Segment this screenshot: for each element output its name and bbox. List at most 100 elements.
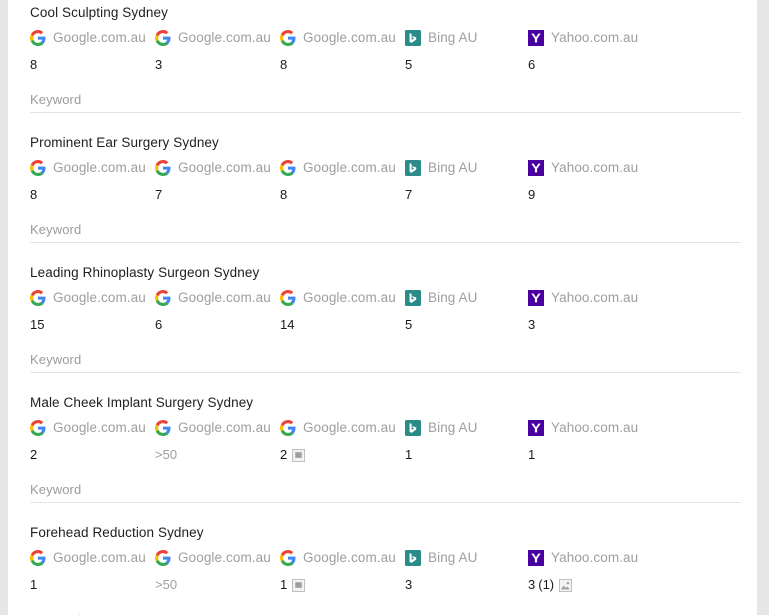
rank-value: 8 bbox=[30, 187, 38, 202]
engine-cell-bing-au: Bing AU bbox=[405, 29, 477, 47]
row-separator bbox=[30, 112, 741, 113]
rank-value-cell[interactable]: >50 bbox=[155, 446, 177, 464]
engine-label: Yahoo.com.au bbox=[551, 420, 639, 435]
keyword-ranking-card: Cool Sculpting Sydney Google.com.au Google… bbox=[8, 0, 757, 615]
engine-cell-yahoo: Yahoo.com.au bbox=[528, 289, 638, 307]
rank-value-cell[interactable]: 6 bbox=[528, 56, 535, 74]
rank-value-cell[interactable]: 8 bbox=[280, 56, 287, 74]
google-icon bbox=[155, 550, 171, 566]
engine-label: Bing AU bbox=[428, 420, 478, 435]
rank-value: 14 bbox=[280, 317, 295, 332]
rank-value: 5 bbox=[405, 317, 413, 332]
rank-value: 7 bbox=[405, 187, 413, 202]
google-icon bbox=[30, 550, 46, 566]
rank-value-cell[interactable]: 15 bbox=[30, 316, 44, 334]
yahoo-icon bbox=[528, 420, 544, 436]
google-icon bbox=[155, 30, 171, 46]
rank-value-cell[interactable]: 1 bbox=[405, 446, 412, 464]
keyword-row: Cool Sculpting Sydney Google.com.au Google… bbox=[8, 0, 757, 130]
rank-value-cell[interactable]: 2 bbox=[30, 446, 37, 464]
rank-value-cell[interactable]: 5 bbox=[405, 316, 412, 334]
rank-value: 8 bbox=[280, 187, 288, 202]
google-icon bbox=[280, 30, 296, 46]
rank-value-strip: 8 3 8 5 6 bbox=[30, 56, 742, 74]
engine-label: Google.com.au bbox=[303, 550, 396, 565]
bing-icon bbox=[405, 30, 421, 46]
google-icon bbox=[30, 30, 46, 46]
rank-value: 1 bbox=[280, 577, 288, 592]
rank-value-cell[interactable]: 14 bbox=[280, 316, 294, 334]
google-icon bbox=[155, 420, 171, 436]
keyword-row: Prominent Ear Surgery Sydney Google.com.a… bbox=[8, 130, 757, 260]
keyword-column-label: Keyword bbox=[30, 222, 82, 237]
engine-cell-google-2: Google.com.au bbox=[155, 549, 271, 567]
engine-label: Google.com.au bbox=[53, 160, 146, 175]
rank-value: 6 bbox=[528, 57, 536, 72]
engine-header-strip: Google.com.au Google.com.au Google.com.au B… bbox=[30, 289, 742, 307]
right-gutter bbox=[757, 0, 769, 615]
engine-header-strip: Google.com.au Google.com.au Google.com.au B… bbox=[30, 29, 742, 47]
google-icon bbox=[280, 420, 296, 436]
rank-value-cell[interactable]: 7 bbox=[405, 186, 412, 204]
keyword-title[interactable]: Cool Sculpting Sydney bbox=[30, 5, 168, 21]
rank-value-cell[interactable]: 1 bbox=[30, 576, 37, 594]
rank-value-cell[interactable]: 2 bbox=[280, 446, 306, 464]
keyword-title[interactable]: Prominent Ear Surgery Sydney bbox=[30, 135, 219, 151]
row-separator bbox=[30, 502, 741, 503]
page-root: Cool Sculpting Sydney Google.com.au Google… bbox=[0, 0, 769, 615]
google-icon bbox=[280, 290, 296, 306]
engine-label: Google.com.au bbox=[303, 420, 396, 435]
engine-label: Yahoo.com.au bbox=[551, 160, 639, 175]
rank-value-cell[interactable]: 5 bbox=[405, 56, 412, 74]
rank-value-strip: 1 >50 1 3 3 (1) bbox=[30, 576, 742, 594]
rank-value-secondary: (1) bbox=[538, 577, 555, 592]
rank-value-cell[interactable]: 8 bbox=[30, 186, 37, 204]
row-separator bbox=[30, 372, 741, 373]
rank-value-cell[interactable]: 1 bbox=[280, 576, 306, 594]
rank-value-strip: 8 7 8 7 9 bbox=[30, 186, 742, 204]
rank-value: 7 bbox=[155, 187, 163, 202]
rank-value-cell[interactable]: 8 bbox=[280, 186, 287, 204]
engine-cell-google-1: Google.com.au bbox=[30, 419, 146, 437]
keyword-title[interactable]: Leading Rhinoplasty Surgeon Sydney bbox=[30, 265, 259, 281]
rank-value-cell[interactable]: 3 bbox=[155, 56, 162, 74]
keyword-title[interactable]: Forehead Reduction Sydney bbox=[30, 525, 204, 541]
rank-value: 2 bbox=[280, 447, 288, 462]
rank-value-cell[interactable]: 7 bbox=[155, 186, 162, 204]
rank-value: 2 bbox=[30, 447, 38, 462]
engine-label: Google.com.au bbox=[178, 160, 271, 175]
rank-value-cell[interactable]: 3 bbox=[528, 316, 535, 334]
engine-label: Google.com.au bbox=[303, 30, 396, 45]
bing-icon bbox=[405, 160, 421, 176]
keyword-title[interactable]: Male Cheek Implant Surgery Sydney bbox=[30, 395, 253, 411]
rank-value: 1 bbox=[405, 447, 413, 462]
rank-value: 5 bbox=[405, 57, 413, 72]
rank-value: 9 bbox=[528, 187, 536, 202]
engine-cell-google-1: Google.com.au bbox=[30, 159, 146, 177]
serp-feature-snippet-icon[interactable] bbox=[287, 448, 306, 462]
bing-icon bbox=[405, 550, 421, 566]
engine-label: Bing AU bbox=[428, 160, 478, 175]
engine-header-strip: Google.com.au Google.com.au Google.com.au B… bbox=[30, 549, 742, 567]
engine-label: Google.com.au bbox=[53, 30, 146, 45]
rank-value: >50 bbox=[155, 577, 178, 592]
engine-header-strip: Google.com.au Google.com.au Google.com.au B… bbox=[30, 159, 742, 177]
serp-feature-image-icon[interactable] bbox=[554, 578, 573, 592]
rank-value-cell[interactable]: 3 (1) bbox=[528, 576, 573, 594]
engine-cell-google-3: Google.com.au bbox=[280, 289, 396, 307]
rank-value-cell[interactable]: 3 bbox=[405, 576, 412, 594]
rank-value-cell[interactable]: 6 bbox=[155, 316, 162, 334]
keyword-column-label: Keyword bbox=[30, 482, 82, 497]
rank-value-cell[interactable]: >50 bbox=[155, 576, 177, 594]
engine-cell-google-2: Google.com.au bbox=[155, 289, 271, 307]
serp-feature-snippet-icon[interactable] bbox=[287, 578, 306, 592]
rank-value-cell[interactable]: 8 bbox=[30, 56, 37, 74]
rank-value-cell[interactable]: 9 bbox=[528, 186, 535, 204]
engine-label: Google.com.au bbox=[53, 420, 146, 435]
google-icon bbox=[30, 160, 46, 176]
google-icon bbox=[30, 420, 46, 436]
engine-cell-yahoo: Yahoo.com.au bbox=[528, 549, 638, 567]
engine-cell-google-1: Google.com.au bbox=[30, 289, 146, 307]
rank-value-cell[interactable]: 1 bbox=[528, 446, 535, 464]
rank-value: 15 bbox=[30, 317, 45, 332]
